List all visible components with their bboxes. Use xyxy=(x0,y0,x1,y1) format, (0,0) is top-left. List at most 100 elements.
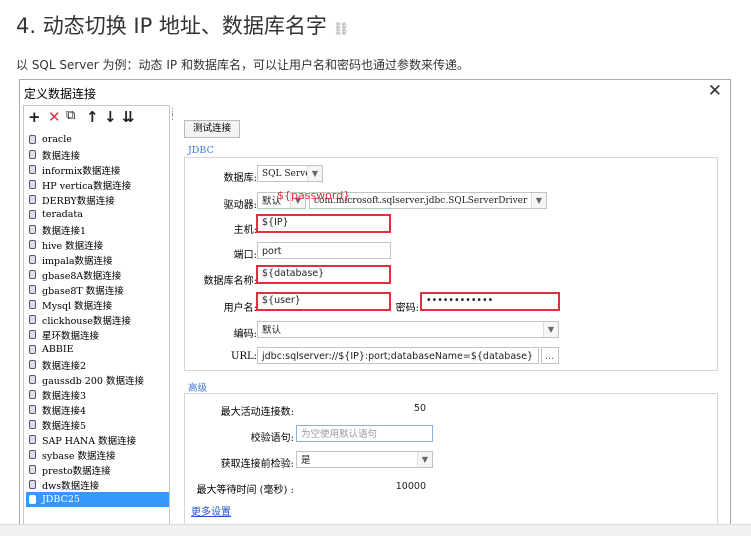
password-input[interactable]: •••••••••••• xyxy=(420,292,560,311)
connection-settings-panel: 测试连接 JDBC 数据库: SQL Server ▼ 驱动器: 默认 ▼ com.… xyxy=(178,105,727,525)
database-icon xyxy=(29,165,36,174)
connection-list-item[interactable]: DERBY数据连接 xyxy=(26,192,169,207)
connection-name: ABBIE xyxy=(42,344,74,355)
database-icon xyxy=(29,420,36,429)
connection-list-item[interactable]: 数据连接3 xyxy=(26,387,169,402)
connection-list-item[interactable]: 数据连接2 xyxy=(26,357,169,372)
connection-list-item[interactable]: gbase8T 数据连接 xyxy=(26,282,169,297)
connection-list-item[interactable]: 数据连接4 xyxy=(26,402,169,417)
database-icon xyxy=(29,360,36,369)
connection-name: 星环数据连接 xyxy=(42,330,100,342)
host-input[interactable]: ${IP} xyxy=(256,214,391,233)
url-browse-button[interactable]: ... xyxy=(541,347,559,364)
connection-list-item[interactable]: gbase8A数据连接 xyxy=(26,267,169,282)
connection-name: Mysql 数据连接 xyxy=(42,300,113,312)
connection-name: gaussdb 200 数据连接 xyxy=(42,375,144,387)
chevron-down-icon: ▼ xyxy=(417,452,432,467)
database-icon xyxy=(29,240,36,249)
connection-list-item[interactable]: hive 数据连接 xyxy=(26,237,169,252)
port-input[interactable]: port xyxy=(257,242,391,259)
username-input[interactable]: ${user} xyxy=(256,292,391,311)
test-before-value: 是 xyxy=(301,455,311,466)
move-down-icon[interactable]: ↓ xyxy=(104,108,117,126)
connection-name: SAP HANA 数据连接 xyxy=(42,435,137,447)
encoding-label: 编码: xyxy=(233,329,257,340)
intro-text: 以 SQL Server 为例：动态 IP 和数据库名，可以让用户名和密码也通过… xyxy=(16,58,469,72)
connection-list-item[interactable]: gaussdb 200 数据连接 xyxy=(26,372,169,387)
anchor-link-icon[interactable]: ⛓ xyxy=(333,22,350,37)
define-data-connection-dialog: 定义数据连接 ✕ + ✕ ⧉ ↑ ↓ ⇊ oracle 数据连接 informix数… xyxy=(19,79,731,529)
sort-icon[interactable]: ⇊ xyxy=(122,108,135,126)
database-icon xyxy=(29,315,36,324)
host-label: 主机: xyxy=(233,225,257,236)
max-wait-label: 最大等待时间 (毫秒) : xyxy=(196,485,294,496)
validation-query-input[interactable]: 为空使用默认语句 xyxy=(296,425,433,442)
username-label: 用户名: xyxy=(223,303,257,314)
database-icon xyxy=(29,480,36,489)
database-name-input[interactable]: ${database} xyxy=(256,265,391,284)
move-up-icon[interactable]: ↑ xyxy=(86,108,99,126)
port-label: 端口: xyxy=(233,250,257,261)
add-icon[interactable]: + xyxy=(28,108,41,126)
heading-title: 4. 动态切换 IP 地址、数据库名字 xyxy=(16,14,327,38)
url-label: URL: xyxy=(231,351,257,362)
connection-list-item[interactable]: oracle xyxy=(26,132,169,147)
url-input[interactable]: jdbc:sqlserver://${IP}:port;databaseName… xyxy=(257,347,539,364)
connection-name: HP vertica数据连接 xyxy=(42,180,132,192)
connection-list-item[interactable]: ABBIE xyxy=(26,342,169,357)
connection-list-item[interactable]: dws数据连接 xyxy=(26,477,169,492)
jdbc-section-title: JDBC xyxy=(188,145,214,156)
connection-list-item[interactable]: impala数据连接 xyxy=(26,252,169,267)
encoding-select[interactable]: 默认 ▼ xyxy=(257,321,559,338)
connection-list-item[interactable]: 星环数据连接 xyxy=(26,327,169,342)
article-heading: 4. 动态切换 IP 地址、数据库名字 ⛓ xyxy=(16,10,349,40)
test-connection-button[interactable]: 测试连接 xyxy=(184,120,240,138)
connection-name: 数据连接1 xyxy=(42,225,87,237)
password-label: 密码: xyxy=(395,303,419,314)
max-active-input[interactable]: 50 xyxy=(296,399,433,416)
connection-name: oracle xyxy=(42,134,72,145)
delete-icon[interactable]: ✕ xyxy=(48,108,61,126)
connection-list-item[interactable]: presto数据连接 xyxy=(26,462,169,477)
encoding-value: 默认 xyxy=(262,325,282,336)
database-icon xyxy=(29,135,36,144)
database-icon xyxy=(29,345,36,354)
close-icon[interactable]: ✕ xyxy=(708,81,722,101)
database-icon xyxy=(29,210,36,219)
connection-list-item[interactable]: JDBC25 xyxy=(26,492,169,507)
connection-name: impala数据连接 xyxy=(42,255,113,267)
database-icon xyxy=(29,270,36,279)
connection-name: hive 数据连接 xyxy=(42,240,104,252)
connection-list-item[interactable]: sybase 数据连接 xyxy=(26,447,169,462)
connection-list-item[interactable]: Mysql 数据连接 xyxy=(26,297,169,312)
splitter-handle[interactable]: ⋮ ⋮ xyxy=(168,108,177,130)
connection-list-item[interactable]: informix数据连接 xyxy=(26,162,169,177)
connection-list-item[interactable]: clickhouse数据连接 xyxy=(26,312,169,327)
connection-name: DERBY数据连接 xyxy=(42,195,115,207)
connection-list-item[interactable]: SAP HANA 数据连接 xyxy=(26,432,169,447)
connection-name: presto数据连接 xyxy=(42,465,111,477)
database-select[interactable]: SQL Server ▼ xyxy=(257,165,323,182)
test-before-select[interactable]: 是 ▼ xyxy=(296,451,433,468)
dialog-title: 定义数据连接 xyxy=(24,87,97,101)
validation-query-label: 校验语句: xyxy=(250,433,294,444)
copy-icon[interactable]: ⧉ xyxy=(66,108,75,123)
more-settings-link[interactable]: 更多设置 xyxy=(191,503,231,518)
chevron-down-icon: ▼ xyxy=(543,322,558,337)
connection-name: JDBC25 xyxy=(42,494,80,505)
max-wait-input[interactable]: 10000 xyxy=(296,477,433,494)
database-icon xyxy=(29,330,36,339)
connection-name: dws数据连接 xyxy=(42,480,100,492)
database-icon xyxy=(29,450,36,459)
connection-list-item[interactable]: 数据连接5 xyxy=(26,417,169,432)
advanced-section-title: 高级 xyxy=(188,383,208,394)
dialog-titlebar: 定义数据连接 ✕ xyxy=(20,80,730,104)
connection-list-item[interactable]: 数据连接1 xyxy=(26,222,169,237)
connection-name: teradata xyxy=(42,209,83,220)
database-icon xyxy=(29,195,36,204)
connection-name: gbase8A数据连接 xyxy=(42,270,122,282)
connection-list-item[interactable]: HP vertica数据连接 xyxy=(26,177,169,192)
database-name-label: 数据库名称: xyxy=(203,276,257,287)
connection-list-item[interactable]: 数据连接 xyxy=(26,147,169,162)
connection-list-item[interactable]: teradata xyxy=(26,207,169,222)
